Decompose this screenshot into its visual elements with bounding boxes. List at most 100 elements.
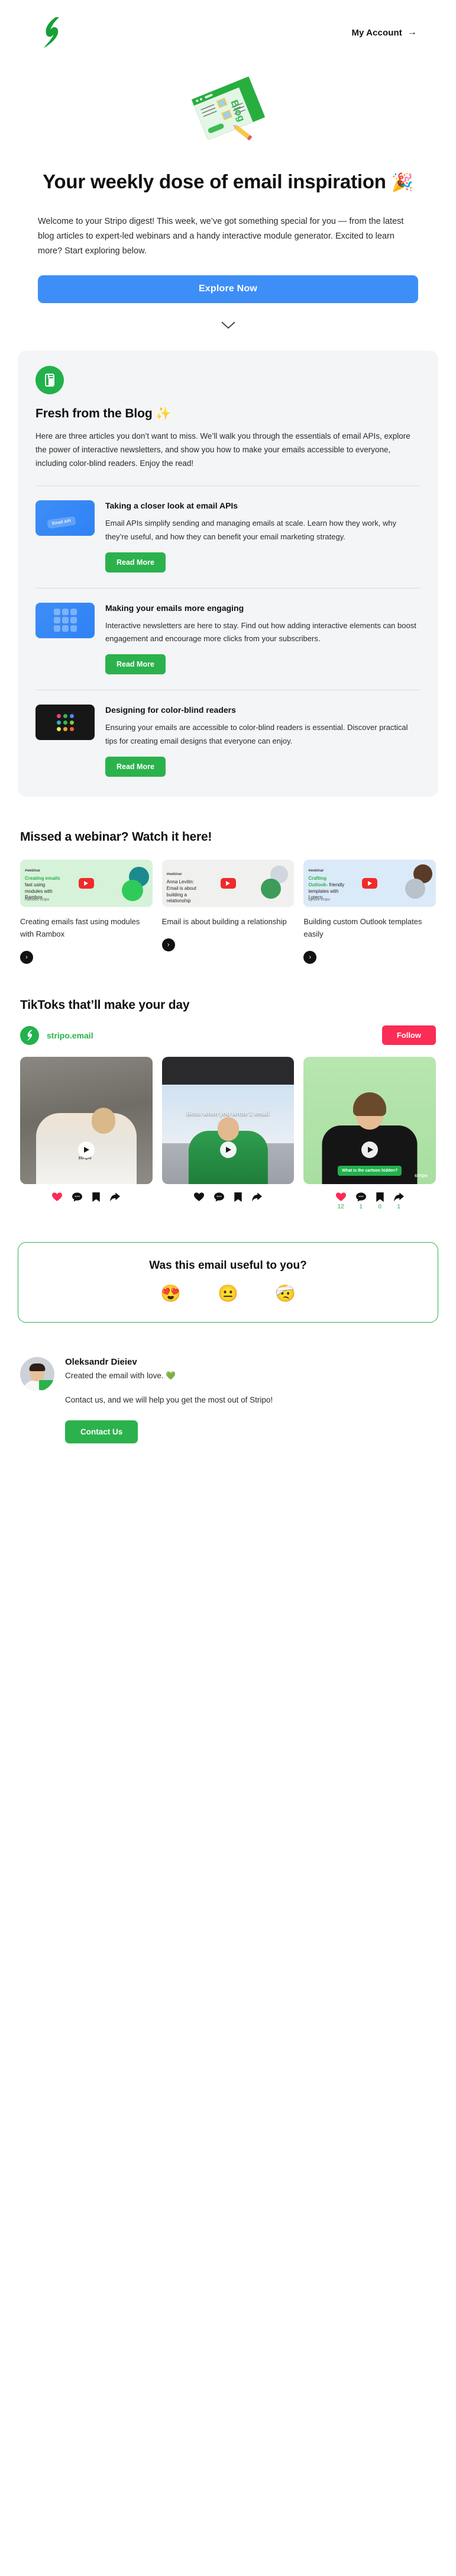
article-title[interactable]: Designing for color-blind readers [105, 705, 421, 716]
read-more-button[interactable]: Read More [105, 757, 166, 777]
hero-title-text: Your weekly dose of email inspiration [43, 171, 386, 192]
my-account-link[interactable]: My Account → [351, 28, 417, 38]
play-button-icon[interactable] [361, 1141, 379, 1159]
play-button-icon[interactable] [362, 878, 378, 889]
blog-intro-text: Here are three articles you don’t want t… [35, 431, 410, 468]
webinar-thumb-headline-green: Creating emails [25, 876, 60, 882]
tiktok-handle[interactable]: stripo.email [47, 1031, 93, 1040]
author-avatar [20, 1357, 54, 1392]
webinar-tag: #webinar [166, 873, 182, 877]
webinars-title: Missed a webinar? Watch it here! [20, 830, 212, 844]
hero-title: Your weekly dose of email inspiration 🎉 [0, 143, 456, 194]
email-api-thumbnail-icon[interactable]: Email API [35, 500, 95, 536]
tiktok-actions-row [20, 1184, 153, 1204]
share-icon[interactable] [252, 1192, 262, 1204]
sparkles-icon: ✨ [156, 406, 172, 420]
feedback-neutral-button[interactable]: 😐 [218, 1285, 238, 1302]
comment-icon[interactable]: 1 [355, 1192, 366, 1211]
feedback-section: Was this email useful to you? 😍 😐 🤕 [18, 1242, 438, 1323]
bookmark-count: 0 [378, 1204, 381, 1211]
interactive-grid-thumbnail-icon[interactable] [35, 602, 95, 638]
stripo-avatar-icon[interactable] [20, 1025, 39, 1045]
share-icon[interactable]: 1 [393, 1192, 404, 1211]
hero-body-text: Welcome to your Stripo digest! This week… [38, 216, 404, 256]
envelope-icon [39, 1380, 53, 1391]
webinar-caption[interactable]: Building custom Outlook templates easily [303, 915, 436, 940]
webinar-thumbnail[interactable]: #webinar Creating emails fast using modu… [20, 860, 153, 908]
article-item: Designing for color-blind readers Ensuri… [35, 690, 421, 777]
play-button-icon[interactable] [219, 1141, 237, 1159]
tiktok-video-card: stripo [20, 1057, 153, 1210]
tiktok-actions-row [162, 1184, 295, 1204]
tiktok-video-badge: What is the cartoon hidden? [338, 1166, 402, 1176]
comment-icon[interactable] [214, 1192, 224, 1204]
share-icon[interactable] [110, 1192, 121, 1204]
signature-section: Oleksandr Dieiev Created the email with … [0, 1323, 456, 1444]
comment-count: 1 [359, 1204, 363, 1211]
webinar-arrow-button[interactable]: › [20, 951, 33, 964]
chevron-down-icon [221, 321, 236, 329]
feedback-question: Was this email useful to you? [149, 1259, 307, 1272]
webinar-caption[interactable]: Email is about building a relationship [162, 915, 295, 928]
author-tagline: Created the email with love. 💚 [65, 1371, 436, 1381]
color-dots-thumbnail-icon[interactable] [35, 705, 95, 741]
webinar-thumb-headline: Crafting Outlook- friendly templates wit… [308, 876, 346, 901]
webinar-thumb-headline-rest: fast using modules with Rambox [25, 882, 53, 901]
stripo-logo-icon[interactable] [39, 16, 64, 49]
webinar-brand-logos: Lyreco stripo [308, 898, 331, 902]
my-account-label: My Account [351, 27, 402, 38]
article-title[interactable]: Making your emails more engaging [105, 603, 421, 614]
webinar-caption[interactable]: Creating emails fast using modules with … [20, 915, 153, 940]
read-more-button[interactable]: Read More [105, 552, 166, 573]
share-count: 1 [397, 1204, 400, 1211]
bookmark-icon[interactable]: 0 [376, 1192, 384, 1210]
scroll-down-divider [0, 303, 456, 347]
webinar-thumb-headline-rest: Anna Levitin: Email is about building a … [166, 879, 196, 904]
tiktok-actions-row: 12 1 0 1 [303, 1184, 436, 1210]
tiktok-section: TikToks that’ll make your day stripo.ema… [0, 964, 456, 1210]
feedback-love-it-button[interactable]: 😍 [160, 1285, 181, 1302]
book-icon [35, 365, 64, 394]
webinar-thumb-headline: Creating emails fast using modules with … [25, 876, 63, 901]
like-count: 12 [337, 1204, 344, 1211]
tiktok-video-card: Boss when you wrote 1 email [161, 1057, 295, 1210]
tiktok-video-thumbnail[interactable]: What is the cartoon hidden? stripo [303, 1057, 436, 1185]
comment-icon[interactable] [72, 1192, 83, 1204]
webinar-card: #webinar Anna Levitin: Email is about bu… [161, 860, 295, 964]
play-button-icon[interactable] [77, 1141, 95, 1159]
contact-text: Contact us, and we will help you get the… [65, 1395, 273, 1405]
webinar-card: #webinar Creating emails fast using modu… [20, 860, 153, 964]
tiktok-title: TikToks that’ll make your day [20, 998, 190, 1012]
contact-us-button[interactable]: Contact Us [65, 1420, 138, 1444]
feedback-not-useful-button[interactable]: 🤕 [275, 1285, 296, 1302]
webinar-thumbnail[interactable]: #webinar Crafting Outlook- friendly temp… [303, 860, 436, 908]
tiktok-video-thumbnail[interactable]: Boss when you wrote 1 email [161, 1057, 295, 1185]
bookmark-icon[interactable] [234, 1192, 242, 1204]
webinar-tag: #webinar [308, 869, 324, 873]
article-title[interactable]: Taking a closer look at email APIs [105, 500, 421, 512]
article-item: Email API Taking a closer look at email … [35, 486, 421, 573]
bottom-spacer [0, 1443, 456, 1469]
blog-section: Fresh from the Blog ✨ Here are three art… [18, 350, 438, 797]
follow-button[interactable]: Follow [381, 1025, 436, 1046]
bookmark-icon[interactable] [92, 1192, 101, 1204]
explore-now-button[interactable]: Explore Now [38, 275, 418, 303]
article-item: Making your emails more engaging Interac… [35, 588, 421, 675]
article-text: Email APIs simplify sending and managing… [105, 519, 397, 541]
webinar-thumbnail[interactable]: #webinar Anna Levitin: Email is about bu… [161, 860, 295, 908]
hero-section: Blog Your weekly dose of email inspirati… [0, 65, 456, 347]
email-api-thumb-label: Email API [47, 516, 76, 529]
read-more-button[interactable]: Read More [105, 654, 166, 675]
tiktok-video-thumbnail[interactable]: stripo [20, 1057, 153, 1185]
play-button-icon[interactable] [220, 878, 236, 889]
heart-icon[interactable] [52, 1192, 63, 1204]
webinar-thumb-headline-green: Crafting Outlook- [308, 876, 328, 887]
heart-icon[interactable] [194, 1192, 204, 1204]
webinar-arrow-button[interactable]: › [303, 951, 317, 964]
play-button-icon[interactable] [78, 878, 94, 889]
blog-illustration: Blog [0, 73, 456, 143]
heart-icon[interactable]: 12 [335, 1192, 346, 1211]
blog-heading: Fresh from the Blog ✨ [35, 407, 421, 421]
article-text: Interactive newsletters are here to stay… [105, 620, 416, 644]
webinar-arrow-button[interactable]: › [161, 938, 175, 952]
